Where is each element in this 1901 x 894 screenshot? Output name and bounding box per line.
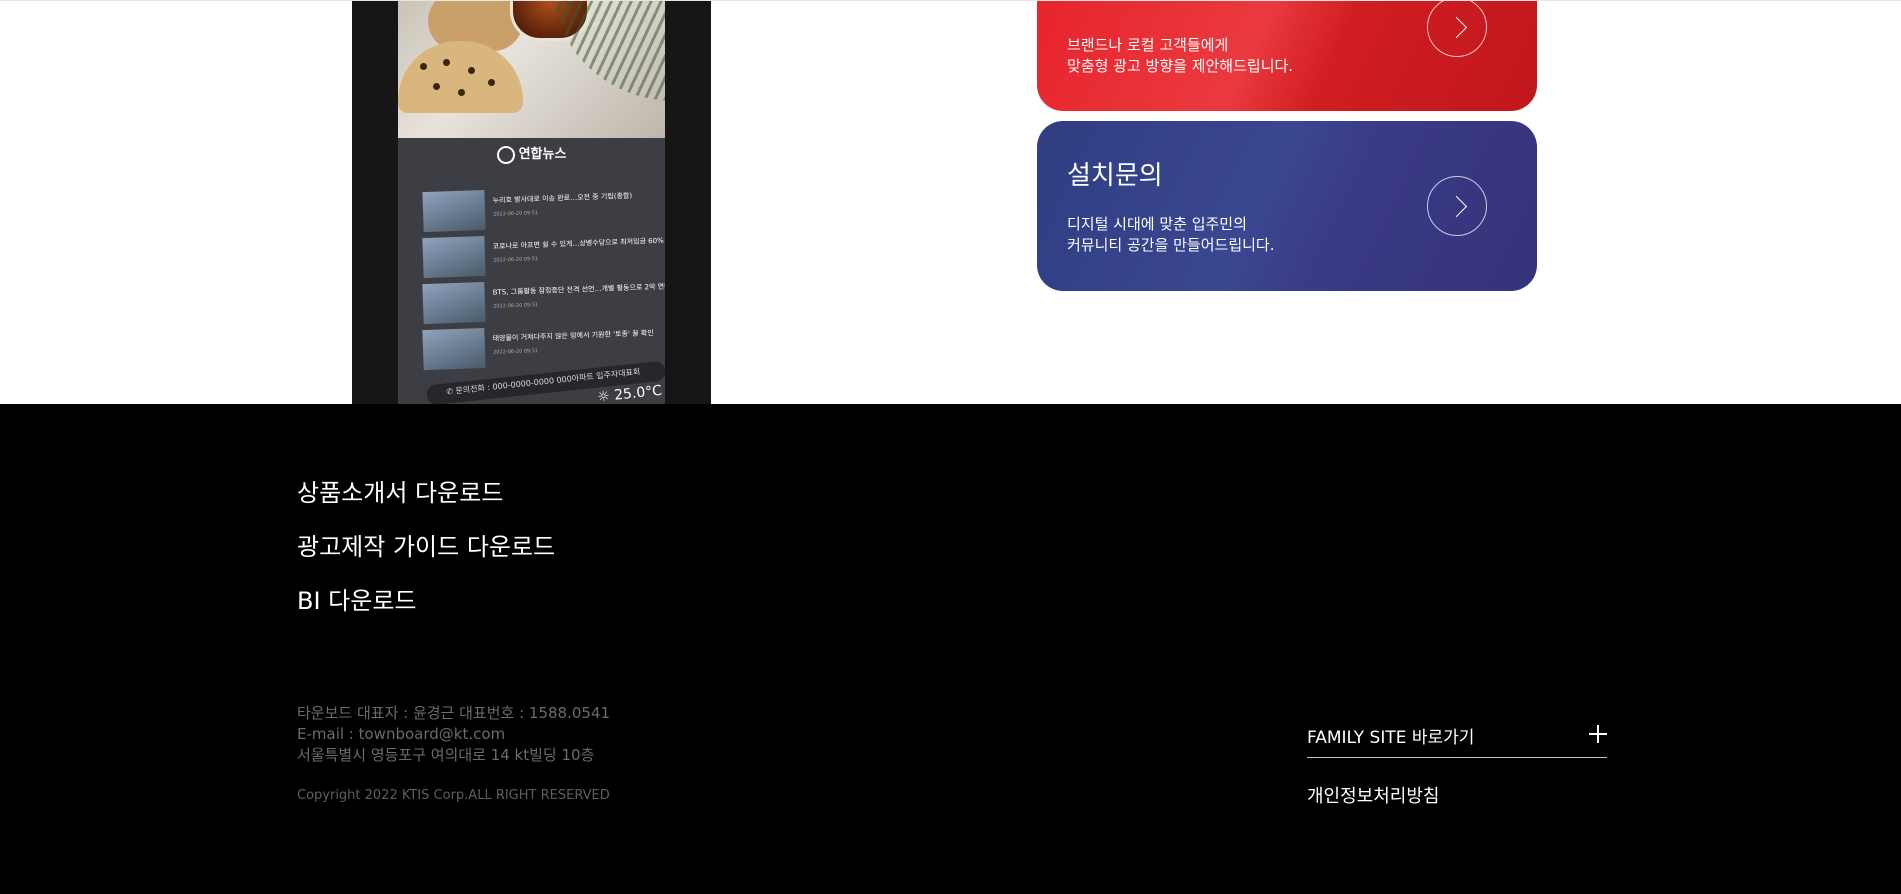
device-mockup: 연합뉴스 누리호 발사대로 이송 완료…오전 중 기립(종합) 2022-06-… [352, 1, 711, 404]
copyright: Copyright 2022 KTIS Corp.ALL RIGHT RESER… [297, 788, 610, 803]
news-thumbnail [422, 281, 486, 325]
family-site-label: FAMILY SITE 바로가기 [1307, 728, 1475, 748]
chevron-right-icon[interactable] [1427, 1, 1487, 57]
privacy-policy-link[interactable]: 개인정보처리방침 [1307, 782, 1439, 808]
news-logo-icon [496, 145, 515, 164]
news-thumbnail [422, 327, 486, 371]
news-brand: 연합뉴스 [398, 143, 665, 164]
bi-download-link[interactable]: BI 다운로드 [297, 581, 417, 616]
footer: 상품소개서 다운로드 광고제작 가이드 다운로드 BI 다운로드 타운보드 대표… [0, 404, 1901, 894]
sun-icon: ☼ [596, 388, 611, 404]
device-photo [398, 1, 665, 138]
service-section: 연합뉴스 누리호 발사대로 이송 완료…오전 중 기립(종합) 2022-06-… [0, 0, 1901, 404]
install-card-title: 설치문의 [1067, 161, 1163, 191]
news-thumbnail [422, 235, 486, 279]
plus-icon[interactable] [1589, 725, 1607, 743]
install-card-description: 디지털 시대에 맞춘 입주민의 커뮤니티 공간을 만들어드립니다. [1067, 215, 1275, 254]
family-site-dropdown[interactable]: FAMILY SITE 바로가기 [1307, 719, 1607, 758]
news-thumbnail [422, 189, 486, 233]
company-info: 타운보드 대표자 : 윤경근 대표번호 : 1588.0541 E-mail :… [297, 704, 611, 764]
page: 연합뉴스 누리호 발사대로 이송 완료…오전 중 기립(종합) 2022-06-… [0, 0, 1901, 894]
ad-guide-download-link[interactable]: 광고제작 가이드 다운로드 [297, 527, 555, 562]
install-inquiry-card[interactable]: 설치문의 디지털 시대에 맞춘 입주민의 커뮤니티 공간을 만들어드립니다. [1037, 121, 1537, 291]
device-screen: 연합뉴스 누리호 발사대로 이송 완료…오전 중 기립(종합) 2022-06-… [398, 1, 665, 404]
news-item: BTS, 그룹활동 잠정중단 전격 선언…개별 활동으로 2막 연다 2022-… [422, 276, 665, 326]
news-item: 누리호 발사대로 이송 완료…오전 중 기립(종합) 2022-06-20 09… [422, 184, 658, 234]
ad-inquiry-card[interactable]: 브랜드나 로컬 고객들에게 맞춤형 광고 방향을 제안해드립니다. [1037, 1, 1537, 111]
news-item: 코로나로 아프면 쉴 수 있게…상병수당으로 최저임금 60% 지급 2022-… [422, 230, 665, 280]
chevron-right-icon[interactable] [1427, 176, 1487, 236]
brochure-download-link[interactable]: 상품소개서 다운로드 [297, 473, 503, 508]
ad-card-description: 브랜드나 로컬 고객들에게 맞춤형 광고 방향을 제안해드립니다. [1067, 36, 1294, 75]
news-panel: 연합뉴스 누리호 발사대로 이송 완료…오전 중 기립(종합) 2022-06-… [398, 138, 665, 404]
